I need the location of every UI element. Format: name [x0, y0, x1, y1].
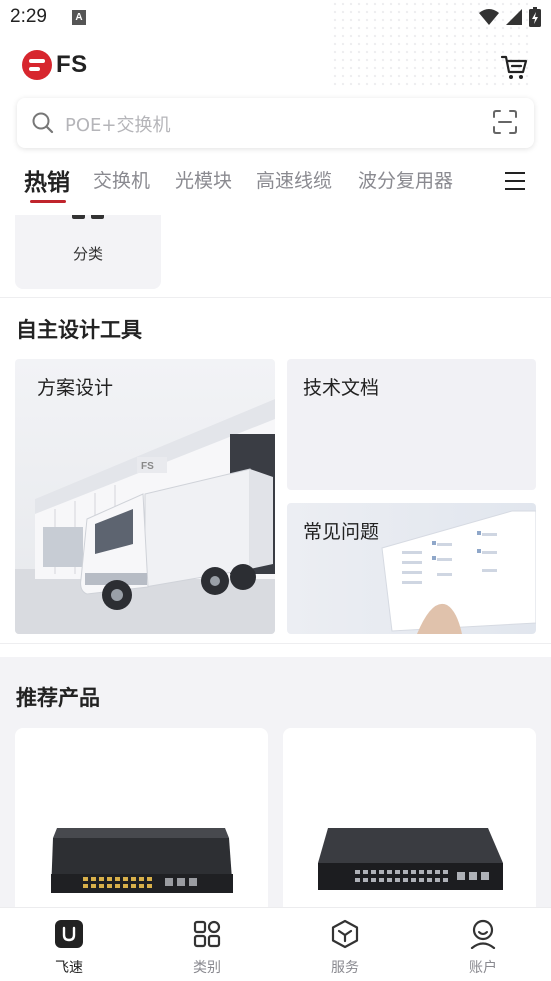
active-tab-indicator [30, 200, 66, 203]
scan-icon[interactable] [492, 109, 518, 135]
nav-label-service: 服务 [331, 960, 359, 976]
section-divider [0, 297, 551, 298]
tab-hot[interactable]: 热销 [24, 163, 70, 197]
category-grid-icon [193, 920, 221, 948]
tab-wdm[interactable]: 波分复用器 [358, 166, 453, 193]
app-header: FS [0, 44, 551, 92]
search-input[interactable]: POE+交换机 [65, 111, 170, 137]
status-time: 2:29 [10, 6, 47, 27]
search-icon [32, 112, 54, 134]
nav-label-category: 类别 [193, 960, 221, 976]
tabs-menu-button[interactable] [479, 160, 551, 204]
truck-warehouse-illustration: FS [15, 399, 275, 634]
nav-item-feisu[interactable]: 飞速 [0, 908, 138, 981]
nav-item-category[interactable]: 类别 [138, 908, 276, 981]
account-person-icon [470, 919, 496, 949]
faq-label: 常见问题 [303, 521, 380, 543]
nav-label-account: 账户 [469, 960, 497, 976]
faq-card[interactable]: 常见问题 [287, 503, 536, 634]
category-tabs: 热销 交换机 光模块 高速线缆 波分复用器 [0, 160, 551, 208]
nav-item-service[interactable]: 服务 [276, 908, 414, 981]
fs-logo-mark-icon [22, 50, 52, 80]
recommended-title: 推荐产品 [16, 686, 100, 710]
menu-icon [505, 172, 525, 190]
solution-design-card[interactable]: FS 方案设计 [15, 359, 275, 634]
tab-optical-modules[interactable]: 光模块 [175, 166, 232, 193]
product-image-switch [51, 828, 233, 893]
signal-icon [506, 9, 522, 25]
service-cube-icon [331, 919, 359, 949]
nav-label-feisu: 飞速 [55, 960, 83, 976]
category-icon [72, 215, 104, 219]
tab-switches[interactable]: 交换机 [93, 166, 150, 193]
status-bar: 2:29 A [0, 0, 551, 90]
search-bar[interactable]: POE+交换机 [17, 98, 534, 148]
technical-docs-card[interactable]: 技术文档 [287, 359, 536, 490]
status-icons [479, 7, 541, 27]
logo-text: FS [56, 51, 88, 78]
notification-app-icon: A [72, 10, 86, 25]
technical-docs-label: 技术文档 [303, 377, 380, 399]
category-card-label: 分类 [72, 245, 103, 263]
battery-charging-icon [529, 7, 541, 27]
bottom-navigation: 飞速 类别 服务 账户 [0, 907, 551, 981]
cart-icon [500, 55, 528, 79]
design-tools-title: 自主设计工具 [16, 318, 142, 342]
fs-logo[interactable]: FS [22, 50, 88, 80]
cart-button[interactable] [499, 52, 529, 82]
product-image-switch [318, 828, 503, 890]
solution-design-label: 方案设计 [37, 377, 114, 399]
product-card[interactable] [15, 728, 268, 918]
nav-item-account[interactable]: 账户 [414, 908, 551, 981]
tab-high-speed-cables[interactable]: 高速线缆 [256, 166, 332, 193]
product-card[interactable] [283, 728, 536, 918]
wifi-icon [479, 9, 499, 25]
category-card[interactable]: 分类 [15, 215, 161, 289]
svg-text:FS: FS [141, 461, 154, 472]
section-divider [0, 643, 551, 644]
feisu-home-icon [55, 920, 83, 948]
